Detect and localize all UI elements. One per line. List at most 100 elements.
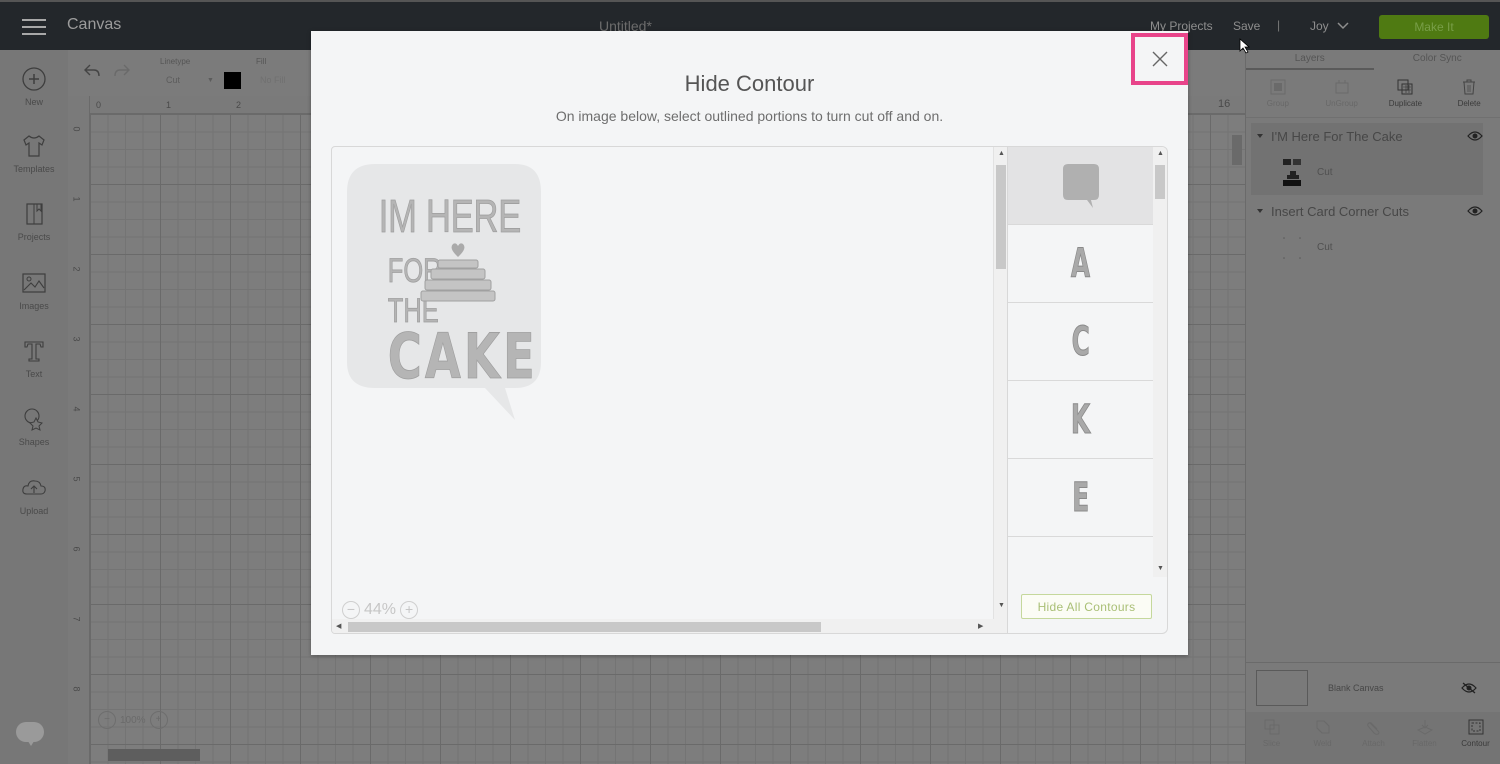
scroll-up-arrow-icon[interactable]: ▲ <box>1157 150 1164 157</box>
scroll-down-arrow-icon[interactable]: ▼ <box>998 602 1005 609</box>
layer-header[interactable]: Insert Card Corner Cuts <box>1251 198 1483 224</box>
contour-item-letter[interactable]: A <box>1008 225 1153 303</box>
ruler-tick: 16 <box>1218 98 1231 110</box>
action-label: Attach <box>1362 739 1385 748</box>
layer-item[interactable]: Cut <box>1251 149 1483 195</box>
sidebar-item-text[interactable]: Text <box>0 337 68 379</box>
contour-list-scrollbar[interactable]: ▲ ▼ <box>1153 147 1167 577</box>
scroll-right-arrow-icon[interactable]: ▶ <box>978 622 983 630</box>
weld-icon <box>1316 720 1329 734</box>
save-link[interactable]: Save <box>1233 19 1260 33</box>
zoom-in-button[interactable]: + <box>400 601 419 619</box>
chat-icon[interactable] <box>16 722 44 746</box>
make-it-button[interactable]: Make It <box>1379 15 1489 39</box>
contour-glyph: E <box>1072 474 1090 521</box>
scroll-down-arrow-icon[interactable]: ▼ <box>1157 565 1164 572</box>
slice-icon <box>1264 719 1279 735</box>
cake-design-thumbnail <box>1283 159 1301 186</box>
sidebar-item-new[interactable]: New <box>0 65 68 107</box>
ruler-tick: 7 <box>71 616 82 622</box>
sidebar-item-images[interactable]: Images <box>0 269 68 311</box>
contour-list: A C K E ▲ ▼ Hide All Contours <box>1008 146 1168 634</box>
mouse-cursor-icon <box>1239 38 1251 54</box>
duplicate-icon <box>1397 79 1413 95</box>
preview-vertical-scrollbar[interactable]: ▲ ▼ <box>993 147 1007 633</box>
ruler-tick: 8 <box>71 686 82 692</box>
contour-preview-area[interactable]: IM HERE FOR THE CAKE − 44% + ▲ ▼ ◀ ▶ <box>331 146 1008 634</box>
preview-zoom-control: − 44% + <box>342 601 419 619</box>
ruler-tick: 1 <box>71 196 82 202</box>
group-button[interactable]: Group <box>1246 72 1310 117</box>
close-icon <box>1152 51 1167 67</box>
eye-hidden-icon[interactable] <box>1461 682 1477 694</box>
bottom-actions: Slice Weld Attach Flatten Contour <box>1246 712 1500 764</box>
preview-zoom-level: 44% <box>364 601 397 618</box>
layer-header[interactable]: I'M Here For The Cake <box>1251 123 1483 149</box>
contour-item-letter[interactable]: K <box>1008 381 1153 459</box>
sidebar-item-shapes[interactable]: Shapes <box>0 405 68 447</box>
redo-icon[interactable] <box>112 62 132 80</box>
weld-button[interactable]: Weld <box>1297 712 1348 764</box>
tab-layers[interactable]: Layers <box>1246 50 1374 70</box>
trash-icon <box>1463 79 1476 95</box>
delete-button[interactable]: Delete <box>1437 72 1500 117</box>
dialog-title: Hide Contour <box>684 71 815 96</box>
linetype-select[interactable]: Cut <box>166 75 180 85</box>
sidebar-item-templates[interactable]: Templates <box>0 132 68 174</box>
shirt-icon <box>23 135 45 157</box>
scroll-up-arrow-icon[interactable]: ▲ <box>998 150 1005 157</box>
cake-design-preview[interactable]: IM HERE FOR THE CAKE <box>345 162 545 424</box>
zoom-out-button[interactable]: − <box>98 711 116 729</box>
linetype-color-swatch[interactable] <box>224 72 241 89</box>
notebook-icon <box>26 203 43 225</box>
preview-horizontal-scrollbar[interactable]: ◀ ▶ <box>332 619 995 633</box>
action-label: Duplicate <box>1388 99 1423 108</box>
canvas-vertical-scrollbar[interactable] <box>1232 135 1242 165</box>
scroll-left-arrow-icon[interactable]: ◀ <box>336 622 341 630</box>
scrollbar-thumb[interactable] <box>1155 165 1165 199</box>
ungroup-button[interactable]: UnGroup <box>1310 72 1374 117</box>
user-menu[interactable]: Joy <box>1310 19 1349 33</box>
attach-button[interactable]: Attach <box>1348 712 1399 764</box>
sidebar-label: Projects <box>17 232 51 242</box>
contour-item-speech-bubble[interactable] <box>1008 147 1153 225</box>
image-icon <box>22 273 46 293</box>
tab-color-sync[interactable]: Color Sync <box>1374 50 1500 70</box>
action-label: Group <box>1266 99 1289 108</box>
scrollbar-thumb[interactable] <box>348 622 821 632</box>
layer-group[interactable]: I'M Here For The Cake Cut <box>1251 123 1483 195</box>
user-name: Joy <box>1310 19 1329 33</box>
ruler-tick: 0 <box>71 126 82 132</box>
hide-contour-dialog: Hide Contour On image below, select outl… <box>311 31 1188 655</box>
hide-all-contours-button[interactable]: Hide All Contours <box>1021 594 1152 619</box>
eye-icon[interactable] <box>1467 131 1483 141</box>
ungroup-icon <box>1335 80 1349 94</box>
group-icon <box>1270 79 1286 95</box>
duplicate-button[interactable]: Duplicate <box>1374 72 1438 117</box>
fill-select[interactable]: No Fill <box>260 75 286 85</box>
canvas-horizontal-scrollbar[interactable] <box>108 749 200 761</box>
zoom-in-button[interactable]: + <box>149 711 168 729</box>
blank-canvas-swatch[interactable] <box>1256 669 1308 706</box>
sidebar-label: New <box>24 97 43 107</box>
layer-group[interactable]: Insert Card Corner Cuts Cut <box>1251 198 1483 270</box>
flatten-button[interactable]: Flatten <box>1399 712 1450 764</box>
canvas-zoom-control: − 100% + <box>98 711 168 729</box>
collapse-triangle-icon[interactable] <box>1257 209 1263 213</box>
eye-icon[interactable] <box>1467 206 1483 216</box>
undo-icon[interactable] <box>82 62 102 80</box>
blank-canvas-row[interactable]: Blank Canvas <box>1246 662 1500 712</box>
scrollbar-thumb[interactable] <box>996 165 1006 269</box>
contour-item-letter[interactable]: C <box>1008 303 1153 381</box>
collapse-triangle-icon[interactable] <box>1257 134 1263 138</box>
contour-button[interactable]: Contour <box>1450 712 1500 764</box>
sidebar-item-projects[interactable]: Projects <box>0 200 68 242</box>
zoom-out-button[interactable]: − <box>342 601 360 619</box>
sidebar-item-upload[interactable]: Upload <box>0 474 68 516</box>
menu-icon[interactable] <box>22 19 46 35</box>
slice-button[interactable]: Slice <box>1246 712 1297 764</box>
dropdown-arrow-icon[interactable]: ▼ <box>207 77 214 84</box>
contour-item-letter[interactable]: E <box>1008 459 1153 537</box>
layer-operation: Cut <box>1317 241 1333 253</box>
layer-item[interactable]: Cut <box>1251 224 1483 270</box>
